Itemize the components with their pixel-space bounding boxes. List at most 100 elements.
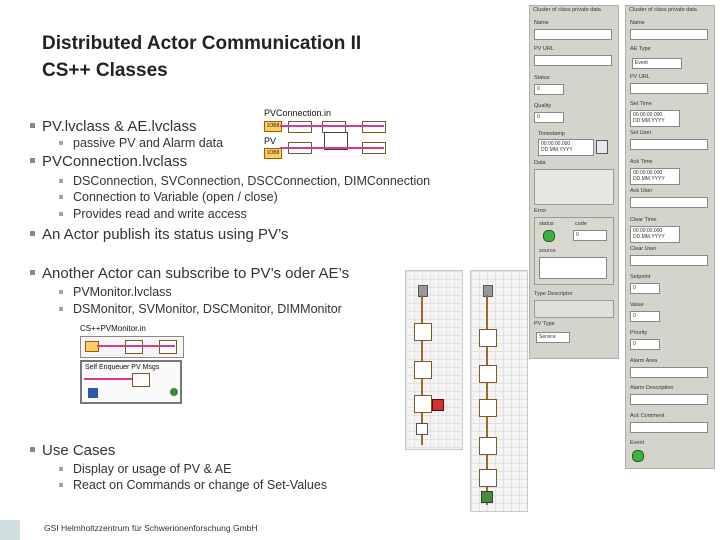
vi-node (414, 361, 432, 379)
stop-condition-icon (170, 388, 178, 396)
ack-comment-field[interactable] (630, 422, 708, 433)
sub-bullet-marker (59, 290, 63, 294)
bullet-marker (30, 231, 35, 236)
footer-bar (0, 520, 20, 540)
error-code-field[interactable]: 0 (573, 230, 607, 241)
error-source-label: source (539, 248, 556, 254)
sub-bullet: DSMonitor, SVMonitor, DSCMonitor, DIMMon… (59, 302, 342, 316)
pvmonitor-diagram: CS++PVMonitor.in Self Enqueuer PV Msgs (78, 324, 188, 406)
title-line-2: CS++ Classes (42, 60, 168, 81)
bullet-actor-subscribe: Another Actor can subscribe to PV’s oder… (30, 265, 349, 282)
class-constant-icon (418, 285, 428, 297)
vi-node (414, 395, 432, 413)
ae-type-select[interactable]: Event (632, 58, 682, 69)
sub-bullet: React on Commands or change of Set-Value… (59, 478, 327, 492)
pv-private-data-panel: Cluster of class private data Name PV UR… (529, 5, 619, 359)
monitor-header (80, 336, 184, 358)
clear-user-field[interactable] (630, 255, 708, 266)
terminal-icon (416, 423, 428, 435)
event-led-icon[interactable] (632, 450, 644, 462)
loop-label: Self Enqueuer PV Msgs (85, 364, 160, 371)
error-cluster: status code 0 source (534, 217, 614, 285)
field-label: Event (630, 440, 645, 446)
name-field[interactable] (630, 29, 708, 40)
setpoint-field[interactable]: 0 (630, 283, 660, 294)
status-field[interactable]: 0 (534, 84, 564, 95)
field-label: Clear Time (630, 217, 657, 223)
data-variant-display[interactable] (534, 169, 614, 205)
vi-node (362, 121, 386, 133)
pvconnection-diagram: PVConnection.in 1OB8 PV 1OB8 (262, 108, 392, 160)
bullet-actor-publish: An Actor publish its status using PV’s (30, 226, 289, 243)
value-field[interactable]: 0 (630, 311, 660, 322)
name-field[interactable] (534, 29, 612, 40)
pv-label: PV (264, 136, 277, 146)
sub-bullet-marker (59, 307, 63, 311)
slide-title: Distributed Actor Communication II CS++ … (42, 30, 361, 84)
sub-bullet-marker (59, 141, 63, 145)
bullet-use-cases: Use Cases (30, 442, 115, 459)
set-time-field[interactable]: 00:00:00.000 DD.MM.YYYY (630, 110, 680, 127)
sub-bullet: passive PV and Alarm data (59, 136, 223, 150)
vi-node (125, 340, 143, 354)
bullet-pvconnection: PVConnection.lvclass (30, 153, 187, 170)
while-loop: Self Enqueuer PV Msgs (80, 360, 182, 404)
field-label: Set User (630, 130, 652, 136)
panel-header: Cluster of class private data (533, 7, 601, 13)
title-line-1: Distributed Actor Communication II (42, 33, 362, 54)
field-label: Status (534, 75, 550, 81)
field-label: Ack Time (630, 159, 653, 165)
footer-text: GSI Helmholtzzentrum für Schwerionenfors… (44, 523, 258, 533)
sub-bullet-marker (59, 483, 63, 487)
vi-node (132, 373, 150, 387)
field-label: Priority (630, 330, 648, 336)
pv-url-field[interactable] (534, 55, 612, 66)
calendar-icon[interactable] (596, 140, 608, 154)
sub-bullet-marker (59, 467, 63, 471)
field-label: Timestamp (538, 131, 565, 137)
terminal-icon (481, 491, 493, 503)
ack-user-field[interactable] (630, 197, 708, 208)
alarm-description-field[interactable] (630, 394, 708, 405)
bullet-marker (30, 447, 35, 452)
sub-bullet: Display or usage of PV & AE (59, 462, 231, 476)
block-diagram-left (405, 270, 463, 450)
sub-bullet: PVMonitor.lvclass (59, 285, 172, 299)
field-label: Quality (534, 103, 552, 109)
vi-node (479, 399, 497, 417)
quality-field[interactable]: 0 (534, 112, 564, 123)
field-label: Setpoint (630, 274, 651, 280)
loop-iteration-icon (88, 388, 98, 398)
field-label: Name (630, 20, 645, 26)
constant-node: 1OB8 (264, 148, 282, 159)
sub-bullet: Connection to Variable (open / close) (59, 190, 278, 204)
bullet-pv-ae: PV.lvclass & AE.lvclass (30, 118, 197, 135)
pv-url-field[interactable] (630, 83, 708, 94)
field-label: Clear User (630, 246, 657, 252)
block-diagram-right (470, 270, 528, 512)
pvconnection-diagram-title: PVConnection.in (264, 108, 332, 118)
clear-time-field[interactable]: 00:00:00.000 DD.MM.YYYY (630, 226, 680, 243)
timestamp-field[interactable]: 00:00:00.000 DD.MM.YYYY (538, 139, 594, 156)
field-label: Alarm Area (630, 358, 658, 364)
wire (84, 378, 132, 380)
field-label: PV URL (534, 46, 554, 52)
status-led-icon[interactable] (543, 230, 555, 242)
vi-node (479, 329, 497, 347)
vi-node (159, 340, 177, 354)
field-label: Alarm Description (630, 385, 674, 391)
error-indicator-icon (432, 399, 444, 411)
ack-time-field[interactable]: 00:00:00.000 DD.MM.YYYY (630, 168, 680, 185)
field-label: PV URL (630, 74, 650, 80)
set-user-field[interactable] (630, 139, 708, 150)
error-status-label: status (539, 221, 554, 227)
priority-field[interactable]: 0 (630, 339, 660, 350)
pv-type-select[interactable]: Service (536, 332, 570, 343)
bullet-marker (30, 123, 35, 128)
alarm-area-field[interactable] (630, 367, 708, 378)
sub-bullet-marker (59, 179, 63, 183)
pvmonitor-diagram-title: CS++PVMonitor.in (80, 324, 146, 333)
vi-node (479, 469, 497, 487)
sub-bullet: DSConnection, SVConnection, DSCConnectio… (59, 174, 430, 188)
error-source-field[interactable] (539, 257, 607, 279)
